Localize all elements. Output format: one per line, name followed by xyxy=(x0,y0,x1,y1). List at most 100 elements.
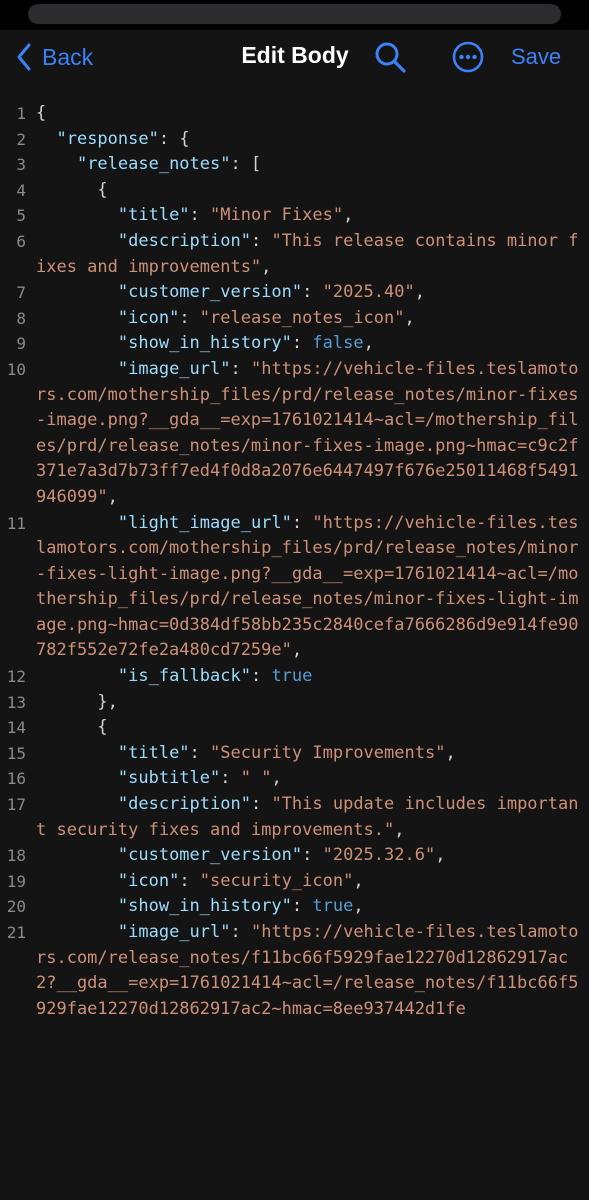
json-key: "description" xyxy=(117,230,251,251)
code-text[interactable]: }, xyxy=(36,690,581,716)
line-number: 17 xyxy=(6,795,26,815)
json-punctuation: : xyxy=(230,922,251,942)
code-text[interactable]: "title": "Minor Fixes", xyxy=(36,203,581,229)
code-line[interactable]: 9 "show_in_history": false, xyxy=(0,331,589,357)
json-punctuation xyxy=(36,308,118,328)
code-text[interactable]: "title": "Security Improvements", xyxy=(36,741,581,767)
back-button[interactable]: Back xyxy=(16,40,93,74)
line-number: 1 xyxy=(16,104,26,123)
json-punctuation xyxy=(36,513,118,533)
code-text[interactable]: "customer_version": "2025.32.6", xyxy=(36,843,581,869)
json-key: "title" xyxy=(117,205,190,226)
code-line[interactable]: 2 "response": { xyxy=(0,127,589,153)
json-key: "customer_version" xyxy=(117,282,303,303)
line-number: 18 xyxy=(6,846,26,866)
code-text[interactable]: "subtitle": " ", xyxy=(36,766,581,792)
code-line[interactable]: 17 "description": "This update includes … xyxy=(0,792,589,843)
code-line[interactable]: 1{ xyxy=(0,101,589,127)
json-punctuation xyxy=(36,794,118,814)
line-number: 10 xyxy=(6,359,26,379)
json-punctuation: , xyxy=(261,256,272,277)
code-line[interactable]: 11 "light_image_url": "https://vehicle-f… xyxy=(0,511,589,665)
json-punctuation: , xyxy=(107,486,118,507)
json-key: "icon" xyxy=(117,307,180,328)
code-line[interactable]: 14 { xyxy=(0,715,589,741)
code-line[interactable]: 13 }, xyxy=(0,690,589,716)
code-text[interactable]: "show_in_history": false, xyxy=(36,331,581,357)
json-string: "security_icon" xyxy=(199,870,354,891)
line-number: 12 xyxy=(6,667,26,687)
json-punctuation xyxy=(36,333,118,353)
json-literal: false xyxy=(312,333,364,354)
json-punctuation: , xyxy=(435,845,446,866)
json-punctuation xyxy=(36,231,118,251)
json-punctuation: : xyxy=(302,845,323,866)
code-line[interactable]: 20 "show_in_history": true, xyxy=(0,894,589,920)
code-text[interactable]: "customer_version": "2025.40", xyxy=(36,280,581,306)
code-line[interactable]: 6 "description": "This release contains … xyxy=(0,229,589,280)
code-text[interactable]: "image_url": "https://vehicle-files.tesl… xyxy=(36,357,581,511)
json-key: "response" xyxy=(56,128,159,149)
json-punctuation: , xyxy=(343,205,354,226)
json-punctuation: , xyxy=(445,742,456,763)
code-line[interactable]: 7 "customer_version": "2025.40", xyxy=(0,280,589,306)
json-punctuation: : { xyxy=(158,128,190,149)
code-line[interactable]: 16 "subtitle": " ", xyxy=(0,766,589,792)
json-string: "2025.32.6" xyxy=(322,845,436,866)
json-string: "Minor Fixes" xyxy=(210,205,344,226)
json-punctuation: : xyxy=(189,205,211,226)
json-punctuation: : xyxy=(179,870,200,891)
line-number: 13 xyxy=(6,692,26,712)
json-punctuation: , xyxy=(404,307,415,328)
search-button[interactable] xyxy=(373,40,407,74)
code-text[interactable]: "show_in_history": true, xyxy=(36,894,581,920)
json-punctuation: , xyxy=(353,896,364,917)
json-key: "description" xyxy=(117,794,251,815)
line-number: 19 xyxy=(6,871,26,891)
json-string: "Security Improvements" xyxy=(210,742,446,763)
code-line[interactable]: 10 "image_url": "https://vehicle-files.t… xyxy=(0,357,589,511)
json-string: "https://vehicle-files.teslamotors.com/m… xyxy=(36,358,579,507)
json-key: "image_url" xyxy=(117,922,231,942)
code-line[interactable]: 3 "release_notes": [ xyxy=(0,152,589,178)
json-punctuation: : xyxy=(291,512,313,533)
line-number: 15 xyxy=(6,743,26,763)
code-line[interactable]: 15 "title": "Security Improvements", xyxy=(0,741,589,767)
line-number: 11 xyxy=(6,513,26,533)
json-punctuation xyxy=(36,871,118,891)
code-line[interactable]: 8 "icon": "release_notes_icon", xyxy=(0,306,589,332)
code-text[interactable]: { xyxy=(36,178,581,204)
json-key: "light_image_url" xyxy=(117,512,292,533)
line-number: 14 xyxy=(6,718,26,738)
json-key: "release_notes" xyxy=(76,154,231,175)
navigation-bar: Back Edit Body Save xyxy=(0,30,589,84)
code-text[interactable]: "light_image_url": "https://vehicle-file… xyxy=(36,511,581,665)
code-text[interactable]: { xyxy=(36,101,581,127)
save-button[interactable]: Save xyxy=(511,44,561,70)
code-text[interactable]: "description": "This release contains mi… xyxy=(36,229,581,280)
code-text[interactable]: "icon": "security_icon", xyxy=(36,869,581,895)
code-text[interactable]: "release_notes": [ xyxy=(36,152,581,178)
json-punctuation: { xyxy=(36,179,108,200)
json-punctuation: , xyxy=(414,282,425,303)
json-punctuation: { xyxy=(36,103,47,123)
code-line[interactable]: 21 "image_url": "https://vehicle-files.t… xyxy=(0,920,589,1022)
code-text[interactable]: "response": { xyxy=(36,127,581,153)
json-literal: true xyxy=(312,896,354,917)
code-line[interactable]: 5 "title": "Minor Fixes", xyxy=(0,203,589,229)
code-text[interactable]: "description": "This update includes imp… xyxy=(36,792,581,843)
code-line[interactable]: 18 "customer_version": "2025.32.6", xyxy=(0,843,589,869)
code-line[interactable]: 19 "icon": "security_icon", xyxy=(0,869,589,895)
json-editor[interactable]: 1{2 "response": {3 "release_notes": [4 {… xyxy=(0,101,589,1022)
json-punctuation xyxy=(36,129,56,149)
json-string: " " xyxy=(240,768,272,789)
code-text[interactable]: { xyxy=(36,715,581,741)
line-number: 21 xyxy=(6,923,26,942)
code-line[interactable]: 12 "is_fallback": true xyxy=(0,664,589,690)
code-text[interactable]: "image_url": "https://vehicle-files.tesl… xyxy=(36,920,581,1022)
more-button[interactable] xyxy=(451,40,485,74)
json-punctuation: }, xyxy=(36,691,118,712)
code-text[interactable]: "icon": "release_notes_icon", xyxy=(36,306,581,332)
code-line[interactable]: 4 { xyxy=(0,178,589,204)
code-text[interactable]: "is_fallback": true xyxy=(36,664,581,690)
